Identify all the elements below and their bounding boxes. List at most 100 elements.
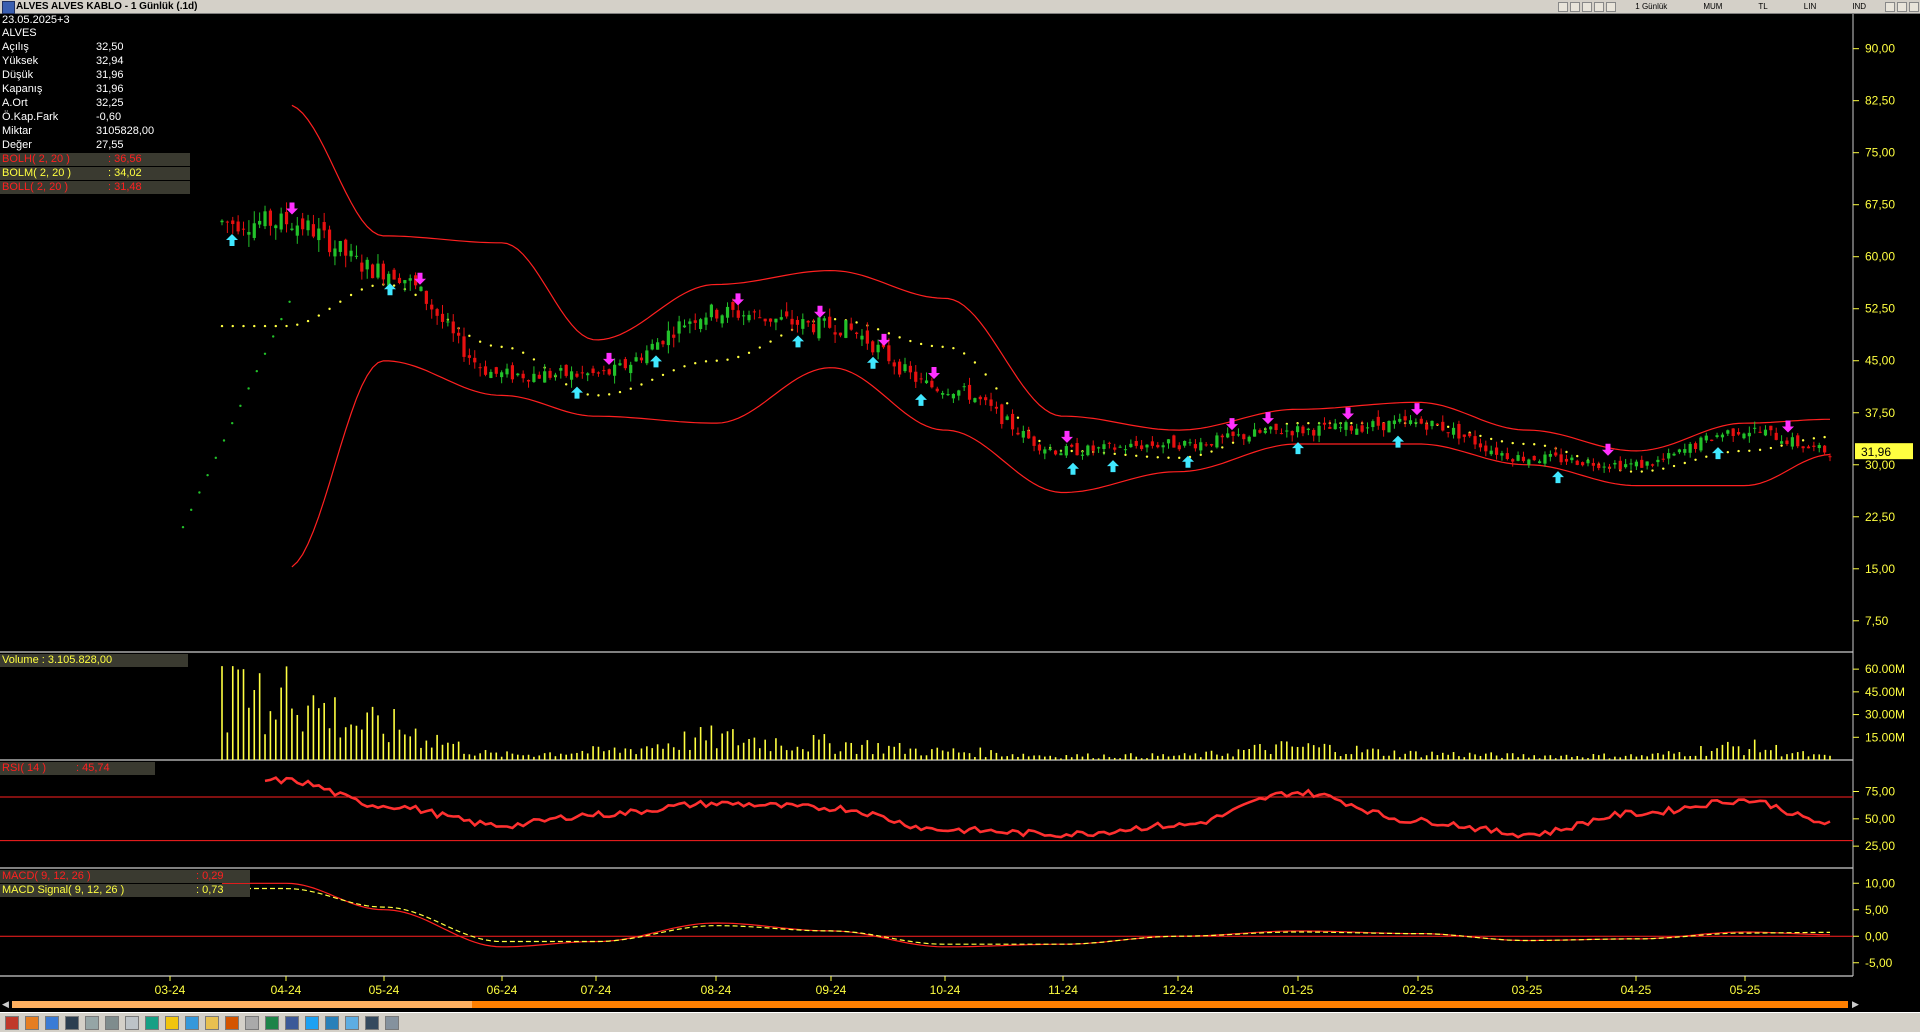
- print-icon[interactable]: [1570, 1, 1581, 12]
- candle-body: [1349, 425, 1353, 431]
- candle-body: [252, 223, 256, 238]
- candle-body: [1484, 445, 1488, 452]
- candle-body: [1317, 425, 1321, 436]
- excel-icon[interactable]: [265, 1015, 279, 1030]
- print-icon[interactable]: [245, 1015, 259, 1030]
- macd-legend[interactable]: MACD( 9, 12, 26 ) : 0,29: [0, 870, 250, 883]
- period-selector[interactable]: 1 Günlük: [1635, 2, 1667, 11]
- candle-body: [1177, 445, 1181, 450]
- info-value: 32,94: [96, 55, 124, 67]
- bollinger-mid-dot: [694, 362, 697, 365]
- calculator-icon[interactable]: [125, 1015, 139, 1030]
- bollinger-mid-dot: [220, 324, 224, 328]
- buy-signal-arrow: [1392, 435, 1404, 448]
- bollinger-mid-dot: [328, 307, 331, 311]
- candle-body: [1064, 446, 1068, 456]
- horizontal-scrollbar[interactable]: ◀ ▶: [0, 996, 1920, 1011]
- candle-body: [419, 286, 423, 291]
- candle-body: [1823, 445, 1827, 453]
- candle-body: [1048, 448, 1052, 450]
- settings-icon[interactable]: [385, 1015, 399, 1030]
- chart-area[interactable]: 90,00 82,50 75,00 67,50 60,00 52,50 45,00 37,50…: [0, 14, 1920, 996]
- bollinger-upper-legend[interactable]: BOLH( 2, 20 ) : 36,56: [0, 153, 190, 166]
- candle-body: [1451, 427, 1456, 435]
- share-icon[interactable]: [345, 1015, 359, 1030]
- candle-body: [1769, 425, 1773, 431]
- rsi-tick-label: 75,00: [1865, 785, 1895, 799]
- candle-body: [284, 211, 289, 225]
- candle-body: [1790, 437, 1794, 447]
- candle-body: [1532, 455, 1536, 461]
- candle-body: [263, 211, 267, 227]
- settings-icon[interactable]: [1582, 1, 1593, 12]
- close-icon[interactable]: [1909, 1, 1919, 12]
- candle-body: [639, 357, 644, 361]
- window-icon[interactable]: [45, 1015, 59, 1030]
- sell-signal-arrow: [1342, 407, 1354, 420]
- candle-body: [1796, 435, 1800, 447]
- scroll-right-icon[interactable]: ▶: [1852, 999, 1859, 1010]
- candle-body: [629, 364, 633, 374]
- candle-body: [1414, 422, 1418, 424]
- volume-legend[interactable]: Volume : 3.105.828,00: [0, 654, 188, 667]
- mail-icon[interactable]: [225, 1015, 239, 1030]
- candle-body: [1290, 431, 1294, 436]
- candle-body: [731, 302, 735, 310]
- candle-body: [376, 263, 380, 278]
- candle-body: [1489, 450, 1493, 455]
- scroll-left-icon[interactable]: ◀: [2, 999, 9, 1010]
- candle-body: [532, 373, 536, 382]
- draw-icon[interactable]: [1594, 1, 1605, 12]
- indicator-selector[interactable]: IND: [1852, 2, 1866, 11]
- candle-body: [344, 239, 348, 256]
- candle-body: [559, 368, 563, 371]
- scroll-thumb[interactable]: [12, 1001, 472, 1008]
- bollinger-mid-legend[interactable]: BOLM( 2, 20 ) : 34,02: [0, 167, 190, 180]
- portfolio-icon[interactable]: [185, 1015, 199, 1030]
- rsi-legend[interactable]: RSI( 14 ) : 45,74: [0, 762, 155, 775]
- candle-body: [951, 393, 955, 399]
- chart-icon[interactable]: [25, 1015, 39, 1030]
- candle-body: [742, 315, 746, 317]
- bollinger-mid-dot: [1178, 456, 1181, 460]
- facebook-icon[interactable]: [285, 1015, 299, 1030]
- candle-body: [623, 359, 627, 369]
- candle-body: [1645, 461, 1649, 466]
- title-bar: ALVES ALVES KABLO - 1 Günlük (.1d) 1 Gün…: [0, 0, 1920, 14]
- candle-body: [543, 371, 547, 383]
- bollinger-mid-dot: [1231, 441, 1235, 444]
- table-icon[interactable]: [65, 1015, 79, 1030]
- early-trend-dot: [255, 369, 258, 373]
- legend-label: BOLM( 2, 20 ): [2, 167, 72, 179]
- bollinger-mid-dot: [1533, 443, 1536, 446]
- candle-body: [1080, 454, 1085, 456]
- alarm-icon[interactable]: [165, 1015, 179, 1030]
- chart-type-selector[interactable]: MUM: [1703, 2, 1722, 11]
- bollinger-mid-dot: [1500, 440, 1504, 443]
- macd-signal-legend[interactable]: MACD Signal( 9, 12, 26 ) : 0,73: [0, 884, 250, 897]
- refresh-icon[interactable]: [1558, 1, 1569, 12]
- maximize-icon[interactable]: [1897, 1, 1907, 12]
- x-tick-label: 05-24: [369, 983, 400, 996]
- currency-selector[interactable]: TL: [1758, 2, 1767, 11]
- zoom-icon[interactable]: [1606, 1, 1617, 12]
- bollinger-lower-legend[interactable]: BOLL( 2, 20 ) : 31,48: [0, 181, 190, 194]
- tools-icon[interactable]: [105, 1015, 119, 1030]
- bollinger-mid-dot: [586, 393, 589, 396]
- linkedin-icon[interactable]: [325, 1015, 339, 1030]
- folder-icon[interactable]: [205, 1015, 219, 1030]
- app-launch-icon[interactable]: [5, 1015, 19, 1030]
- scale-selector[interactable]: LIN: [1804, 2, 1816, 11]
- help-icon[interactable]: [365, 1015, 379, 1030]
- news-icon[interactable]: [145, 1015, 159, 1030]
- candle-body: [1123, 449, 1128, 451]
- info-label: Ö.Kap.Fark: [2, 111, 59, 123]
- candle-body: [1473, 436, 1477, 445]
- bollinger-mid-dot: [1823, 435, 1826, 439]
- search-icon[interactable]: [85, 1015, 99, 1030]
- twitter-icon[interactable]: [305, 1015, 319, 1030]
- minimize-icon[interactable]: [1885, 1, 1895, 12]
- bollinger-mid-dot: [758, 346, 761, 349]
- bollinger-mid-dot: [640, 383, 643, 386]
- candle-body: [935, 388, 939, 392]
